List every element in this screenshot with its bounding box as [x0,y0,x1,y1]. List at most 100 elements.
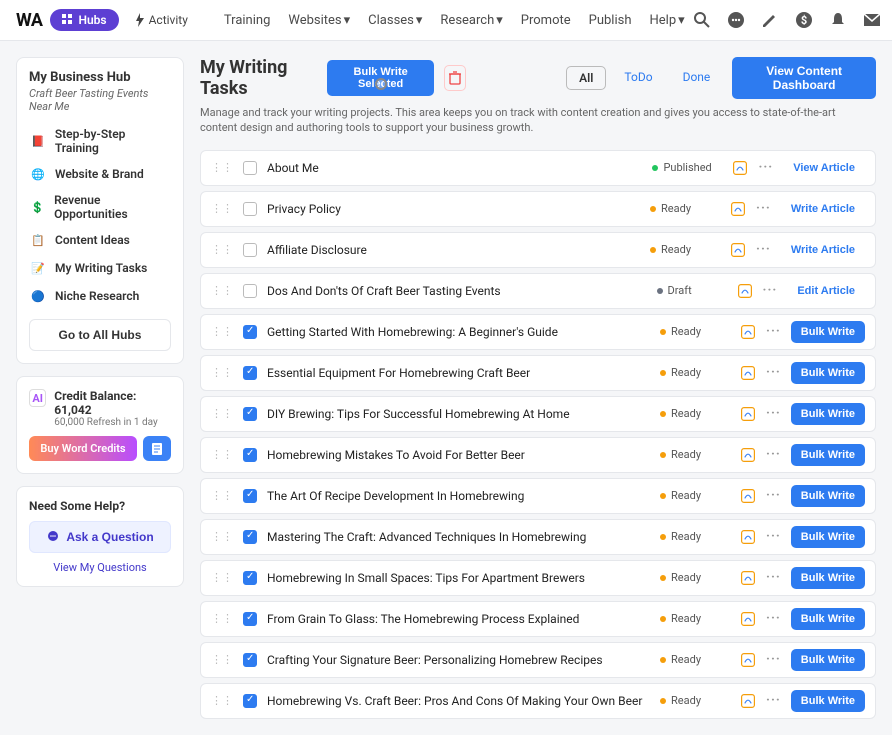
bulk-write-selected-button[interactable]: Bulk Write Selected [327,60,434,96]
more-menu-button[interactable]: ··· [763,283,778,298]
task-checkbox[interactable] [243,571,257,585]
task-action-button[interactable]: Bulk Write [791,321,865,343]
task-action-button[interactable]: Bulk Write [791,567,865,589]
ai-write-icon[interactable] [732,160,748,176]
drag-handle-icon[interactable]: ⋮⋮ [211,530,233,543]
task-action-button[interactable]: Bulk Write [791,362,865,384]
task-title[interactable]: Crafting Your Signature Beer: Personaliz… [267,653,650,667]
task-title[interactable]: The Art Of Recipe Development In Homebre… [267,489,650,503]
task-title[interactable]: Mastering The Craft: Advanced Techniques… [267,530,650,544]
task-action-button[interactable]: Bulk Write [791,403,865,425]
task-title[interactable]: Getting Started With Homebrewing: A Begi… [267,325,650,339]
task-title[interactable]: Homebrewing Vs. Craft Beer: Pros And Con… [267,694,650,708]
ai-write-icon[interactable] [740,693,756,709]
sidebar-item-3[interactable]: 📋Content Ideas [29,231,171,249]
task-action-button[interactable]: Write Article [781,239,865,261]
drag-handle-icon[interactable]: ⋮⋮ [211,325,233,338]
ai-write-icon[interactable] [740,447,756,463]
chat-icon[interactable] [727,11,745,29]
nav-research[interactable]: Research▾ [440,13,502,28]
task-checkbox[interactable] [243,284,257,298]
task-title[interactable]: Dos And Don'ts Of Craft Beer Tasting Eve… [267,284,647,298]
more-menu-button[interactable]: ··· [766,324,781,339]
logo[interactable]: WA [16,10,42,31]
task-title[interactable]: From Grain To Glass: The Homebrewing Pro… [267,612,650,626]
more-menu-button[interactable]: ··· [766,365,781,380]
drag-handle-icon[interactable]: ⋮⋮ [211,489,233,502]
more-menu-button[interactable]: ··· [756,242,771,257]
more-menu-button[interactable]: ··· [766,570,781,585]
drag-handle-icon[interactable]: ⋮⋮ [211,161,233,174]
ai-write-icon[interactable] [740,488,756,504]
task-checkbox[interactable] [243,325,257,339]
task-title[interactable]: DIY Brewing: Tips For Successful Homebre… [267,407,650,421]
drag-handle-icon[interactable]: ⋮⋮ [211,448,233,461]
task-checkbox[interactable] [243,161,257,175]
drag-handle-icon[interactable]: ⋮⋮ [211,243,233,256]
buy-word-credits-button[interactable]: Buy Word Credits [29,436,137,461]
ai-write-icon[interactable] [740,652,756,668]
search-icon[interactable] [693,11,711,29]
ai-write-icon[interactable] [740,529,756,545]
task-checkbox[interactable] [243,489,257,503]
more-menu-button[interactable]: ··· [766,611,781,626]
task-title[interactable]: Homebrewing Mistakes To Avoid For Better… [267,448,650,462]
nav-websites[interactable]: Websites▾ [288,13,350,28]
drag-handle-icon[interactable]: ⋮⋮ [211,612,233,625]
nav-classes[interactable]: Classes▾ [368,13,422,28]
view-questions-link[interactable]: View My Questions [29,561,171,574]
ai-write-icon[interactable] [740,406,756,422]
bell-icon[interactable] [829,11,847,29]
drag-handle-icon[interactable]: ⋮⋮ [211,653,233,666]
nav-help[interactable]: Help▾ [650,13,685,28]
more-menu-button[interactable]: ··· [766,529,781,544]
ai-write-icon[interactable] [730,201,746,217]
ai-write-icon[interactable] [740,611,756,627]
more-menu-button[interactable]: ··· [766,693,781,708]
nav-training[interactable]: Training [224,13,270,28]
task-checkbox[interactable] [243,407,257,421]
task-title[interactable]: About Me [267,161,642,175]
more-menu-button[interactable]: ··· [766,652,781,667]
ai-write-icon[interactable] [737,283,753,299]
filter-todo[interactable]: ToDo [612,66,664,90]
more-menu-button[interactable]: ··· [756,201,771,216]
sidebar-item-1[interactable]: 🌐Website & Brand [29,165,171,183]
task-action-button[interactable]: Write Article [781,198,865,220]
dollar-icon[interactable]: $ [795,11,813,29]
filter-all[interactable]: All [566,66,606,90]
task-checkbox[interactable] [243,448,257,462]
sidebar-item-2[interactable]: 💲Revenue Opportunities [29,193,171,221]
sidebar-item-0[interactable]: 📕Step-by-Step Training [29,127,171,155]
drag-handle-icon[interactable]: ⋮⋮ [211,694,233,707]
go-to-all-hubs-button[interactable]: Go to All Hubs [29,319,171,351]
mail-icon[interactable] [863,11,881,29]
sidebar-item-4[interactable]: 📝My Writing Tasks [29,259,171,277]
credits-doc-button[interactable] [143,436,171,461]
nav-promote[interactable]: Promote [521,13,571,28]
ai-write-icon[interactable] [730,242,746,258]
task-action-button[interactable]: Bulk Write [791,608,865,630]
drag-handle-icon[interactable]: ⋮⋮ [211,366,233,379]
task-checkbox[interactable] [243,243,257,257]
task-action-button[interactable]: Bulk Write [791,649,865,671]
task-checkbox[interactable] [243,530,257,544]
task-title[interactable]: Privacy Policy [267,202,640,216]
task-action-button[interactable]: Bulk Write [791,485,865,507]
hubs-pill[interactable]: Hubs [50,9,118,31]
drag-handle-icon[interactable]: ⋮⋮ [211,202,233,215]
ai-write-icon[interactable] [740,365,756,381]
ai-write-icon[interactable] [740,324,756,340]
task-action-button[interactable]: Bulk Write [791,526,865,548]
task-title[interactable]: Homebrewing In Small Spaces: Tips For Ap… [267,571,650,585]
task-checkbox[interactable] [243,366,257,380]
task-checkbox[interactable] [243,612,257,626]
task-checkbox[interactable] [243,202,257,216]
ai-write-icon[interactable] [740,570,756,586]
drag-handle-icon[interactable]: ⋮⋮ [211,407,233,420]
pencil-icon[interactable] [761,11,779,29]
delete-selected-button[interactable] [444,65,466,91]
filter-done[interactable]: Done [671,66,723,90]
task-checkbox[interactable] [243,694,257,708]
activity-link[interactable]: Activity [127,9,196,31]
